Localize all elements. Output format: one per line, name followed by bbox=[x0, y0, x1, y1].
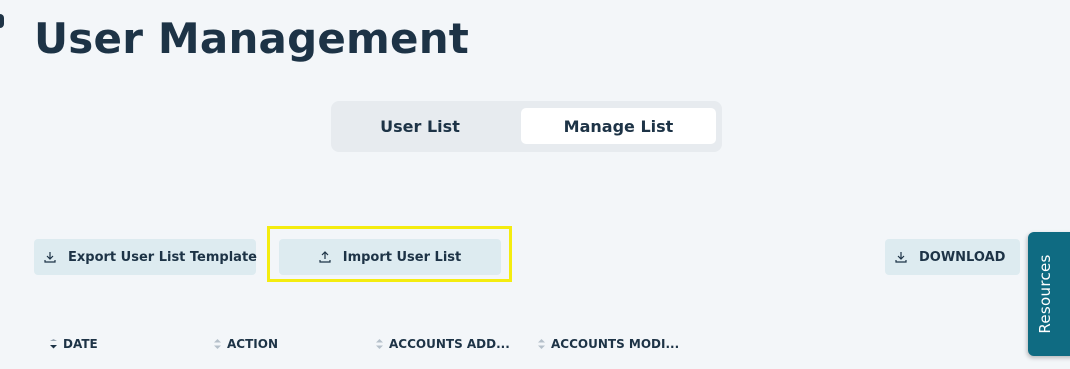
sort-icon bbox=[375, 338, 384, 350]
tab-manage-list[interactable]: Manage List bbox=[521, 108, 716, 144]
column-header-accounts-modified[interactable]: ACCOUNTS MODI... bbox=[537, 337, 679, 351]
column-header-accounts-added[interactable]: ACCOUNTS ADD... bbox=[375, 337, 510, 351]
upload-icon bbox=[319, 251, 331, 263]
column-header-label: DATE bbox=[63, 337, 98, 351]
download-icon bbox=[44, 251, 56, 263]
download-icon bbox=[895, 251, 907, 263]
export-user-list-template-button[interactable]: Export User List Template bbox=[34, 239, 257, 275]
edge-handle bbox=[0, 14, 4, 28]
download-button-label: DOWNLOAD bbox=[919, 249, 1006, 265]
import-button-label: Import User List bbox=[342, 249, 462, 265]
column-header-label: ACTION bbox=[227, 337, 278, 351]
column-header-date[interactable]: DATE bbox=[49, 337, 98, 351]
download-button[interactable]: DOWNLOAD bbox=[885, 239, 1020, 275]
sort-icon bbox=[537, 338, 546, 350]
column-header-label: ACCOUNTS ADD... bbox=[389, 337, 510, 351]
resources-tab-label: Resources bbox=[1036, 254, 1054, 334]
sort-desc-icon bbox=[49, 339, 58, 349]
sort-icon bbox=[213, 338, 222, 350]
export-button-label: Export User List Template bbox=[68, 249, 257, 265]
view-tabs: User List Manage List bbox=[331, 101, 722, 152]
column-header-label: ACCOUNTS MODI... bbox=[551, 337, 680, 351]
import-user-list-button[interactable]: Import User List bbox=[279, 239, 501, 275]
page-title: User Management bbox=[34, 14, 470, 63]
column-header-action[interactable]: ACTION bbox=[213, 337, 278, 351]
tab-user-list[interactable]: User List bbox=[337, 108, 503, 144]
resources-tab[interactable]: Resources bbox=[1028, 232, 1070, 356]
